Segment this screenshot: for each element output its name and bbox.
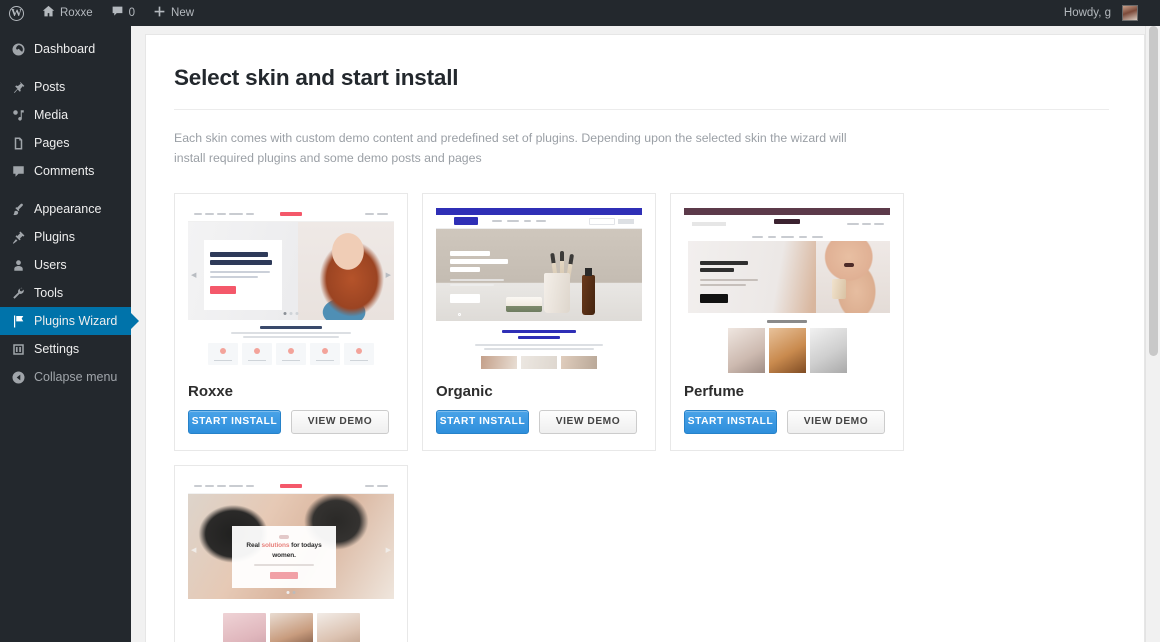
skin-actions: START INSTALL VIEW DEMO — [684, 409, 890, 434]
skin-name: Perfume — [684, 382, 745, 400]
skin-preview-roxxe: ◀ ▶ — [188, 207, 394, 373]
sidebar-item-label: Dashboard — [34, 42, 96, 56]
pages-icon — [8, 133, 28, 153]
sidebar-item-label: Comments — [34, 164, 95, 178]
sidebar-separator — [0, 63, 131, 73]
skin-card: ◀ ▶ Roxxe START INSTALL VIEW DEMO — [174, 192, 408, 451]
sidebar-item-appearance[interactable]: Appearance — [0, 195, 131, 223]
skin-name: Organic — [436, 382, 493, 400]
comment-bubble-icon — [111, 5, 124, 21]
view-demo-button[interactable]: VIEW DEMO — [787, 409, 885, 434]
skin-preview-lingerie: Real solutions for todays women. ◀ ▶ — [188, 479, 394, 642]
sidebar-item-label: Users — [34, 258, 67, 272]
title-divider — [174, 109, 1109, 110]
sidebar-item-pages[interactable]: Pages — [0, 129, 131, 157]
collapse-icon — [8, 367, 28, 387]
sidebar-item-label: Plugins Wizard — [34, 314, 118, 328]
view-demo-button[interactable]: VIEW DEMO — [539, 409, 637, 434]
page-description: Each skin comes with custom demo content… — [174, 131, 847, 166]
sidebar-item-tools[interactable]: Tools — [0, 279, 131, 307]
page-scrollbar[interactable] — [1145, 26, 1160, 642]
pin-icon — [8, 77, 28, 97]
flag-icon — [8, 311, 28, 331]
plus-icon — [153, 5, 166, 21]
content-area: Select skin and start install Each skin … — [131, 26, 1160, 642]
wp-logo-menu[interactable]: W — [0, 0, 33, 26]
comments-menu[interactable]: 0 — [102, 0, 144, 26]
new-content-menu[interactable]: New — [144, 0, 203, 26]
dashboard-icon — [8, 39, 28, 59]
start-install-button[interactable]: START INSTALL — [684, 409, 777, 434]
admin-sidebar: Dashboard Posts Media Pages Comments Appearan… — [0, 26, 139, 642]
sidebar-item-label: Media — [34, 108, 69, 122]
skin-card: Organic START INSTALL VIEW DEMO — [422, 192, 656, 451]
sidebar-item-label: Settings — [34, 342, 80, 356]
skin-card: Perfume START INSTALL VIEW DEMO — [670, 192, 904, 451]
skin-card: Real solutions for todays women. ◀ ▶ Lin… — [174, 464, 408, 642]
sidebar-item-label: Posts — [34, 80, 66, 94]
settings-icon — [8, 339, 28, 359]
sidebar-separator — [0, 185, 131, 195]
sidebar-item-posts[interactable]: Posts — [0, 73, 131, 101]
skin-name: Roxxe — [188, 382, 234, 400]
sidebar-item-dashboard[interactable]: Dashboard — [0, 35, 131, 63]
new-label: New — [171, 7, 195, 19]
view-demo-button[interactable]: VIEW DEMO — [291, 409, 389, 434]
admin-bar: W Roxxe 0 New Howdy, g — [0, 0, 1160, 26]
site-name-label: Roxxe — [60, 7, 93, 19]
wizard-panel: Select skin and start install Each skin … — [145, 34, 1145, 642]
plug-icon — [8, 227, 28, 247]
howdy-label: Howdy, g — [1063, 7, 1111, 19]
site-name-menu[interactable]: Roxxe — [33, 0, 102, 26]
sidebar-item-media[interactable]: Media — [0, 101, 131, 129]
sidebar-item-label: Pages — [34, 136, 70, 150]
scrollbar-thumb[interactable] — [1149, 26, 1158, 356]
sidebar-item-collapse-menu[interactable]: Collapse menu — [0, 363, 131, 391]
start-install-button[interactable]: START INSTALL — [188, 409, 281, 434]
sidebar-item-label: Plugins — [34, 230, 75, 244]
sidebar-item-label: Appearance — [34, 202, 102, 216]
skin-actions: START INSTALL VIEW DEMO — [188, 409, 394, 434]
skin-actions: START INSTALL VIEW DEMO — [436, 409, 642, 434]
start-install-button[interactable]: START INSTALL — [436, 409, 529, 434]
sidebar-item-plugins-wizard[interactable]: Plugins Wizard — [0, 307, 139, 335]
media-icon — [8, 105, 28, 125]
user-icon — [8, 255, 28, 275]
skin-preview-organic — [436, 207, 642, 373]
wordpress-logo-icon: W — [9, 5, 24, 21]
sidebar-item-label: Collapse menu — [34, 370, 118, 384]
comment-icon — [8, 161, 28, 181]
comment-count: 0 — [128, 7, 136, 19]
page-title: Select skin and start install — [174, 65, 459, 90]
admin-bar-spacer — [203, 0, 1055, 26]
sidebar-item-label: Tools — [34, 286, 64, 300]
brush-icon — [8, 199, 28, 219]
home-icon — [42, 5, 55, 21]
avatar — [1122, 5, 1138, 21]
sidebar-item-users[interactable]: Users — [0, 251, 131, 279]
wrench-icon — [8, 283, 28, 303]
sidebar-item-settings[interactable]: Settings — [0, 335, 131, 363]
account-menu[interactable]: Howdy, g — [1055, 0, 1160, 26]
skin-preview-perfume — [684, 207, 890, 373]
sidebar-item-plugins[interactable]: Plugins — [0, 223, 131, 251]
sidebar-item-comments[interactable]: Comments — [0, 157, 131, 185]
skins-grid: ◀ ▶ Roxxe START INSTALL VIEW DEMO Organi… — [174, 192, 924, 642]
